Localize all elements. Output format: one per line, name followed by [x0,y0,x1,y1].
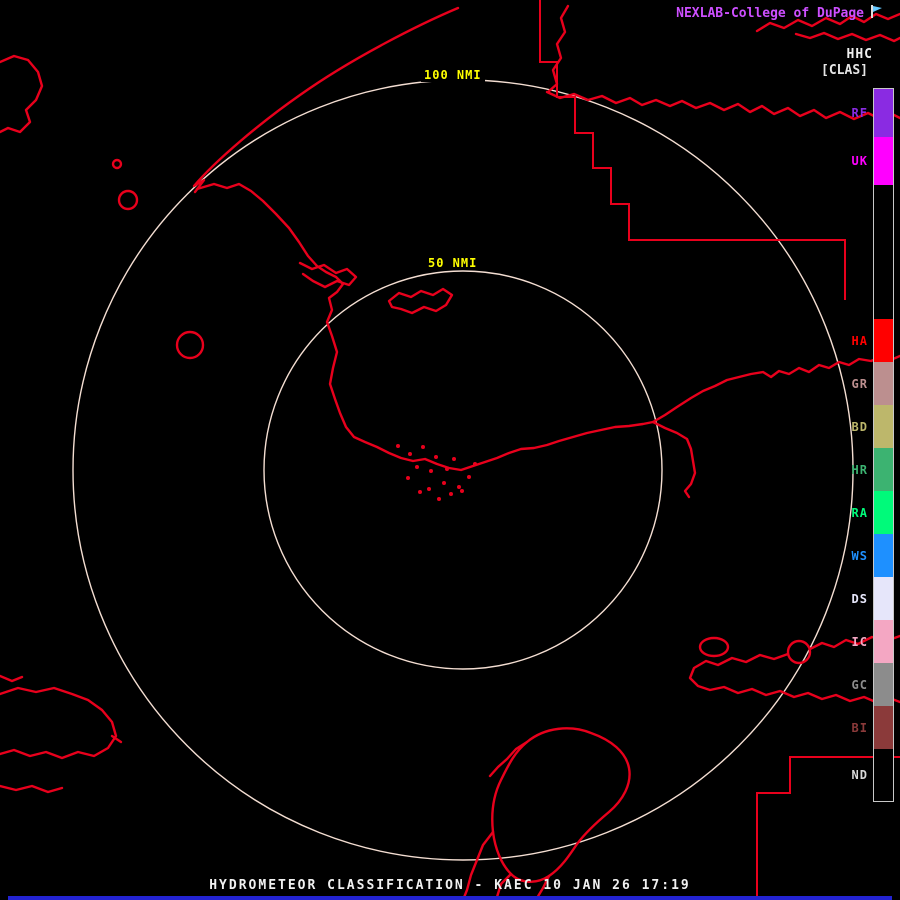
brand-text: NEXLAB-College of DuPage [676,6,864,21]
legend-segment-nd: ND [852,749,893,801]
island-west-circle-3 [177,332,203,358]
coastline-north-arc [194,8,458,192]
legend-segment-gr: GR [852,362,893,405]
ring-label-100nmi: 100 NMI [421,68,485,82]
legend-label-uk: UK [851,154,868,168]
island-east-oval [700,638,728,656]
legend-label-ds: DS [851,591,868,606]
zone-line-northeast [540,0,845,300]
legend-segment-bd: BD [852,405,893,448]
legend-label-gc: GC [851,677,868,692]
zone-boundary-lines [540,0,900,900]
ring-label-50nmi: 50 NMI [425,256,481,270]
legend-segment-rf: RF [852,89,893,137]
legend-segment-gc: GC [852,663,893,706]
coastline-main-shore [197,184,900,470]
legend-segment-ha: HA [852,319,893,362]
island-inner-north [389,289,452,313]
coastline-left-top-blob [0,56,42,132]
legend-segment-ds: DS [852,577,893,620]
legend-segment-ws: WS [852,534,893,577]
legend-label-gr: GR [851,376,868,391]
legend-label-bd: BD [851,419,868,434]
product-code: HHC [846,47,873,62]
header-brand: NEXLAB-College of DuPage [676,4,884,23]
legend-segment-bi: BI [852,706,893,749]
coastline-bay-loop [300,263,356,287]
legend-label-ws: WS [851,548,868,563]
legend-label-nd: ND [851,768,868,782]
radar-map [0,0,900,900]
island-east-circle [788,641,810,663]
coastline-top-corner-2 [796,33,900,41]
legend-label-rf: RF [851,106,868,120]
legend-segment-hr: HR [852,448,893,491]
legend-segment-ra: RA [852,491,893,534]
product-mode: [CLAS] [821,63,868,78]
legend-segment-ic: IC [852,620,893,663]
legend-label-ra: RA [851,505,868,520]
legend-label-ic: IC [851,634,868,649]
colorbar: RF UK HA GR BD HR RA WS DS IC GC BI ND [852,88,894,802]
radar-screen: NEXLAB-College of DuPage HHC [CLAS] 100 … [0,0,900,900]
legend-label-bi: BI [851,720,868,735]
island-west-circle-1 [119,191,137,209]
legend-segment-uk: UK [852,137,893,185]
island-west-circle-2 [113,160,121,168]
legend-segment-gap [874,185,893,319]
footer-bar [8,896,892,900]
coastline-left-bottom-blob [0,688,116,758]
legend-label-ha: HA [851,333,868,348]
radar-center-island-specks [396,444,477,501]
coastline-top-right [547,92,900,120]
footer-caption: HYDROMETEOR CLASSIFICATION - KAEC 10 JAN… [209,878,691,893]
legend-label-hr: HR [851,462,868,477]
coastlines [0,6,900,900]
coastline-left-edge-1 [0,676,22,681]
coastline-left-edge-2 [0,786,62,792]
flag-icon [869,4,884,23]
